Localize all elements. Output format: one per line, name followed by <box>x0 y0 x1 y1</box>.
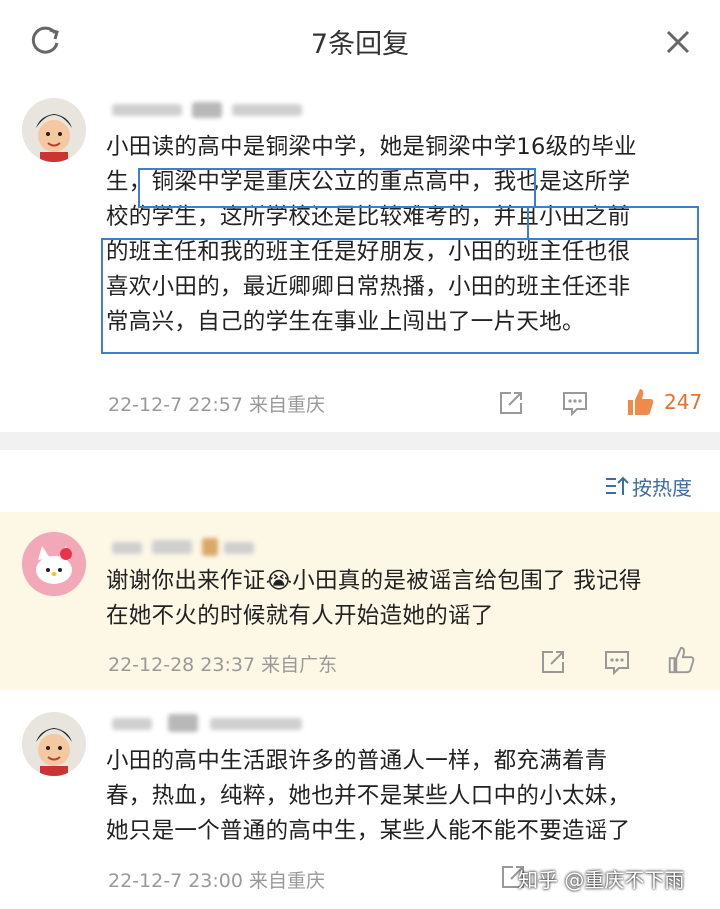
reply-meta: 22-12-7 23:00 来自重庆 <box>108 870 325 892</box>
reply-text: 小田的高中生活跟许多的普通人一样，都充满着青 春，热血，纯粹，她也并不是某些人口… <box>106 744 706 849</box>
highlight-box <box>101 238 699 354</box>
sort-by-hot[interactable]: 按热度 <box>632 472 692 501</box>
highlight-box <box>138 168 536 208</box>
reply-text: 谢谢你出来作证😭小田真的是被谣言给包围了 我记得 在她不火的时候就有人开始造她的… <box>106 564 706 634</box>
highlight-box <box>527 206 699 240</box>
like-icon[interactable] <box>666 645 696 675</box>
reply-line: 春，热血，纯粹，她也并不是某些人口中的小太妹， <box>106 783 631 809</box>
close-icon[interactable] <box>660 24 696 60</box>
username-blurred[interactable] <box>112 100 302 120</box>
like-icon[interactable] <box>624 386 656 418</box>
share-icon[interactable] <box>496 388 526 418</box>
reply-line: 小田的高中生活跟许多的普通人一样，都充满着青 <box>106 748 608 774</box>
comment-icon[interactable] <box>560 388 590 418</box>
reply-line: 谢谢你出来作证😭小田真的是被谣言给包围了 我记得 <box>106 568 642 594</box>
reply-line: 在她不火的时候就有人开始造她的谣了 <box>106 603 494 629</box>
sort-icon[interactable] <box>604 475 630 497</box>
comment-meta: 22-12-7 22:57 来自重庆 <box>108 394 325 416</box>
username-blurred[interactable] <box>112 538 262 558</box>
comment-line: 小田读的高中是铜梁中学，她是铜梁中学16级的毕业 <box>106 134 637 160</box>
watermark: 知乎 @重庆不下雨 <box>518 868 685 892</box>
username-blurred[interactable] <box>112 714 302 734</box>
avatar[interactable] <box>22 532 86 596</box>
like-count: 247 <box>664 390 703 414</box>
avatar[interactable] <box>22 98 86 162</box>
divider <box>0 432 720 450</box>
reply-line: 她只是一个普通的高中生，某些人能不能不要造谣了 <box>106 818 631 844</box>
reply-meta: 22-12-28 23:37 来自广东 <box>108 654 338 676</box>
avatar[interactable] <box>22 712 86 776</box>
comment-icon[interactable] <box>602 647 632 677</box>
header-bar: 7条回复 <box>0 0 720 82</box>
page-title: 7条回复 <box>310 29 410 60</box>
share-icon[interactable] <box>538 647 568 677</box>
